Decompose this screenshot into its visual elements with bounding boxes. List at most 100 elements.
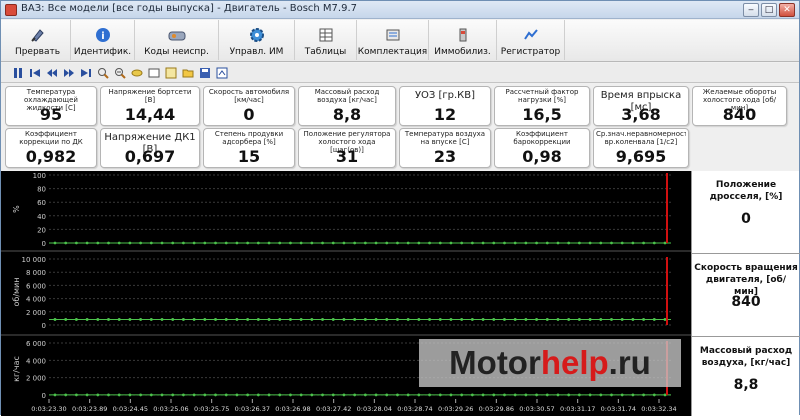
- minimize-button[interactable]: ‒: [743, 3, 759, 17]
- actuator-control-button[interactable]: Управл. ИМ: [219, 20, 295, 60]
- x-tick-label: 0:03:26.37: [235, 405, 270, 413]
- data-point: [171, 393, 175, 397]
- x-tick-label: 0:03:31.74: [601, 405, 636, 413]
- data-point: [492, 241, 496, 245]
- data-point: [289, 393, 292, 397]
- data-point: [182, 318, 185, 321]
- data-point: [267, 241, 271, 245]
- data-point: [417, 241, 421, 245]
- data-point: [438, 393, 442, 397]
- watermark-part: help: [540, 344, 609, 381]
- data-point: [588, 241, 592, 245]
- watermark: Motor help .ru: [419, 339, 681, 387]
- toolbar-label: Коды неиспр.: [144, 47, 209, 57]
- recorder-button[interactable]: Регистратор: [497, 20, 565, 60]
- data-point: [128, 393, 132, 397]
- data-point: [64, 318, 68, 321]
- data-point: [160, 318, 164, 321]
- pause-icon[interactable]: [11, 66, 25, 80]
- data-point: [556, 393, 560, 397]
- data-point: [310, 241, 314, 245]
- prev-icon[interactable]: [45, 66, 59, 80]
- data-point: [192, 393, 196, 397]
- data-point: [363, 318, 367, 321]
- gauge-value: 9,695: [615, 147, 667, 166]
- tables-button[interactable]: Таблицы: [295, 20, 357, 60]
- data-point: [299, 393, 303, 397]
- data-point: [117, 318, 121, 321]
- data-point: [171, 241, 175, 245]
- skip-first-icon[interactable]: [28, 66, 42, 80]
- y-tick-label: 10 000: [22, 256, 47, 264]
- data-point: [599, 241, 603, 245]
- graph-icon[interactable]: [164, 66, 178, 80]
- toolbar-label: Иммобилиз.: [434, 47, 491, 57]
- side-title: Положение дросселя, [%]: [709, 180, 783, 202]
- next-icon[interactable]: [62, 66, 76, 80]
- window-title: ВАЗ: Все модели [все годы выпуска] - Дви…: [21, 3, 358, 14]
- data-point: [203, 318, 207, 321]
- data-point: [75, 393, 78, 397]
- data-point: [663, 241, 667, 245]
- y-tick-label: 6 000: [26, 282, 46, 290]
- fault-codes-icon: [168, 26, 186, 44]
- fault-codes-button[interactable]: Коды неиспр.: [135, 20, 219, 60]
- data-point: [321, 318, 324, 321]
- maximize-button[interactable]: □: [761, 3, 777, 17]
- data-point: [417, 393, 421, 397]
- close-button[interactable]: ✕: [779, 3, 795, 17]
- zoom-out-icon[interactable]: [113, 66, 127, 80]
- y-tick-label: 40: [37, 213, 46, 221]
- gauge-label: Ср.знач.неравномерности вр.коленвала [1/…: [596, 130, 686, 146]
- y-axis-label: кг/час: [12, 356, 21, 382]
- data-point: [556, 241, 560, 245]
- skip-last-icon[interactable]: [79, 66, 93, 80]
- zoom-in-icon[interactable]: [96, 66, 110, 80]
- data-point: [53, 318, 57, 321]
- data-point: [182, 241, 185, 245]
- identify-button[interactable]: i Идентифик.: [71, 20, 135, 60]
- data-point: [599, 318, 603, 321]
- gauge-mass-airflow: Массовый расход воздуха [кг/час] 8,8: [298, 86, 396, 126]
- data-point: [331, 318, 335, 321]
- configuration-button[interactable]: Комплектация: [357, 20, 429, 60]
- svg-text:i: i: [101, 31, 104, 42]
- immobilizer-button[interactable]: Иммобилиз.: [429, 20, 497, 60]
- gauge-value: 15: [237, 147, 261, 166]
- recorder-toolbar: [1, 63, 799, 83]
- data-point: [449, 241, 453, 245]
- export-icon[interactable]: [215, 66, 229, 80]
- x-tick-label: 0:03:27.42: [316, 405, 351, 413]
- data-point: [224, 393, 228, 397]
- data-point: [492, 393, 496, 397]
- data-point: [363, 393, 367, 397]
- watermark-part: .ru: [608, 344, 651, 381]
- x-tick-label: 0:03:23.89: [72, 405, 107, 413]
- data-point: [406, 241, 410, 245]
- data-point: [406, 318, 410, 321]
- link-icon[interactable]: [130, 66, 144, 80]
- recorder-icon: [522, 26, 540, 44]
- data-point: [96, 393, 100, 397]
- current-engine-rpm: Скорость вращения двигателя, [об/мин] 84…: [692, 254, 800, 337]
- data-point: [503, 318, 506, 321]
- x-tick-label: 0:03:24.45: [113, 405, 148, 413]
- data-point: [620, 318, 624, 321]
- save-icon[interactable]: [198, 66, 212, 80]
- data-point: [289, 241, 292, 245]
- fit-icon[interactable]: [147, 66, 161, 80]
- data-point: [214, 241, 217, 245]
- data-point: [631, 318, 635, 321]
- gauge-label: Рассчетный фактор нагрузки [%]: [505, 88, 579, 104]
- data-point: [331, 241, 335, 245]
- x-tick-label: 0:03:28.74: [397, 405, 432, 413]
- data-point: [171, 318, 175, 321]
- open-icon[interactable]: [181, 66, 195, 80]
- data-point: [385, 318, 389, 321]
- interrupt-button[interactable]: Прервать: [5, 20, 71, 60]
- data-point: [513, 241, 517, 245]
- data-point: [513, 393, 517, 397]
- data-point: [631, 241, 635, 245]
- data-point: [321, 393, 324, 397]
- data-point: [353, 393, 357, 397]
